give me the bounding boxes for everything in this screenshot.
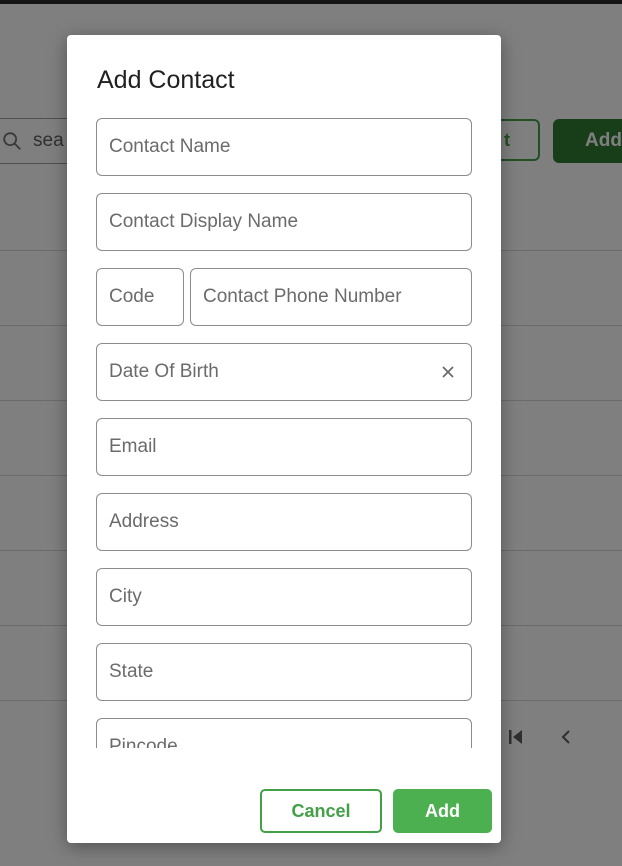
email-placeholder: Email <box>109 436 157 457</box>
pincode-placeholder: Pincode <box>109 736 178 748</box>
cancel-button-label: Cancel <box>291 800 351 821</box>
dialog-title: Add Contact <box>97 66 235 94</box>
state-placeholder: State <box>109 661 154 682</box>
pincode-input[interactable]: Pincode <box>96 718 472 748</box>
country-code-input[interactable]: Code <box>96 268 184 326</box>
country-code-placeholder: Code <box>109 286 155 307</box>
add-button-label: Add <box>425 800 460 821</box>
contact-name-input[interactable]: Contact Name <box>96 118 472 176</box>
state-input[interactable]: State <box>96 643 472 701</box>
add-contact-dialog: Add Contact Contact Name Contact Display… <box>67 35 501 843</box>
contact-name-placeholder: Contact Name <box>109 136 231 157</box>
city-placeholder: City <box>109 586 142 607</box>
contact-phone-placeholder: Contact Phone Number <box>203 286 402 307</box>
contact-phone-input[interactable]: Contact Phone Number <box>190 268 472 326</box>
close-icon[interactable] <box>439 363 457 381</box>
address-placeholder: Address <box>109 511 179 532</box>
contact-display-name-input[interactable]: Contact Display Name <box>96 193 472 251</box>
dialog-form: Contact Name Contact Display Name Code C… <box>96 118 472 748</box>
address-input[interactable]: Address <box>96 493 472 551</box>
city-input[interactable]: City <box>96 568 472 626</box>
date-of-birth-placeholder: Date Of Birth <box>109 361 219 382</box>
contact-display-name-placeholder: Contact Display Name <box>109 211 299 232</box>
cancel-button[interactable]: Cancel <box>260 789 382 833</box>
date-of-birth-input[interactable]: Date Of Birth <box>96 343 472 401</box>
email-input[interactable]: Email <box>96 418 472 476</box>
add-button[interactable]: Add <box>393 789 492 833</box>
